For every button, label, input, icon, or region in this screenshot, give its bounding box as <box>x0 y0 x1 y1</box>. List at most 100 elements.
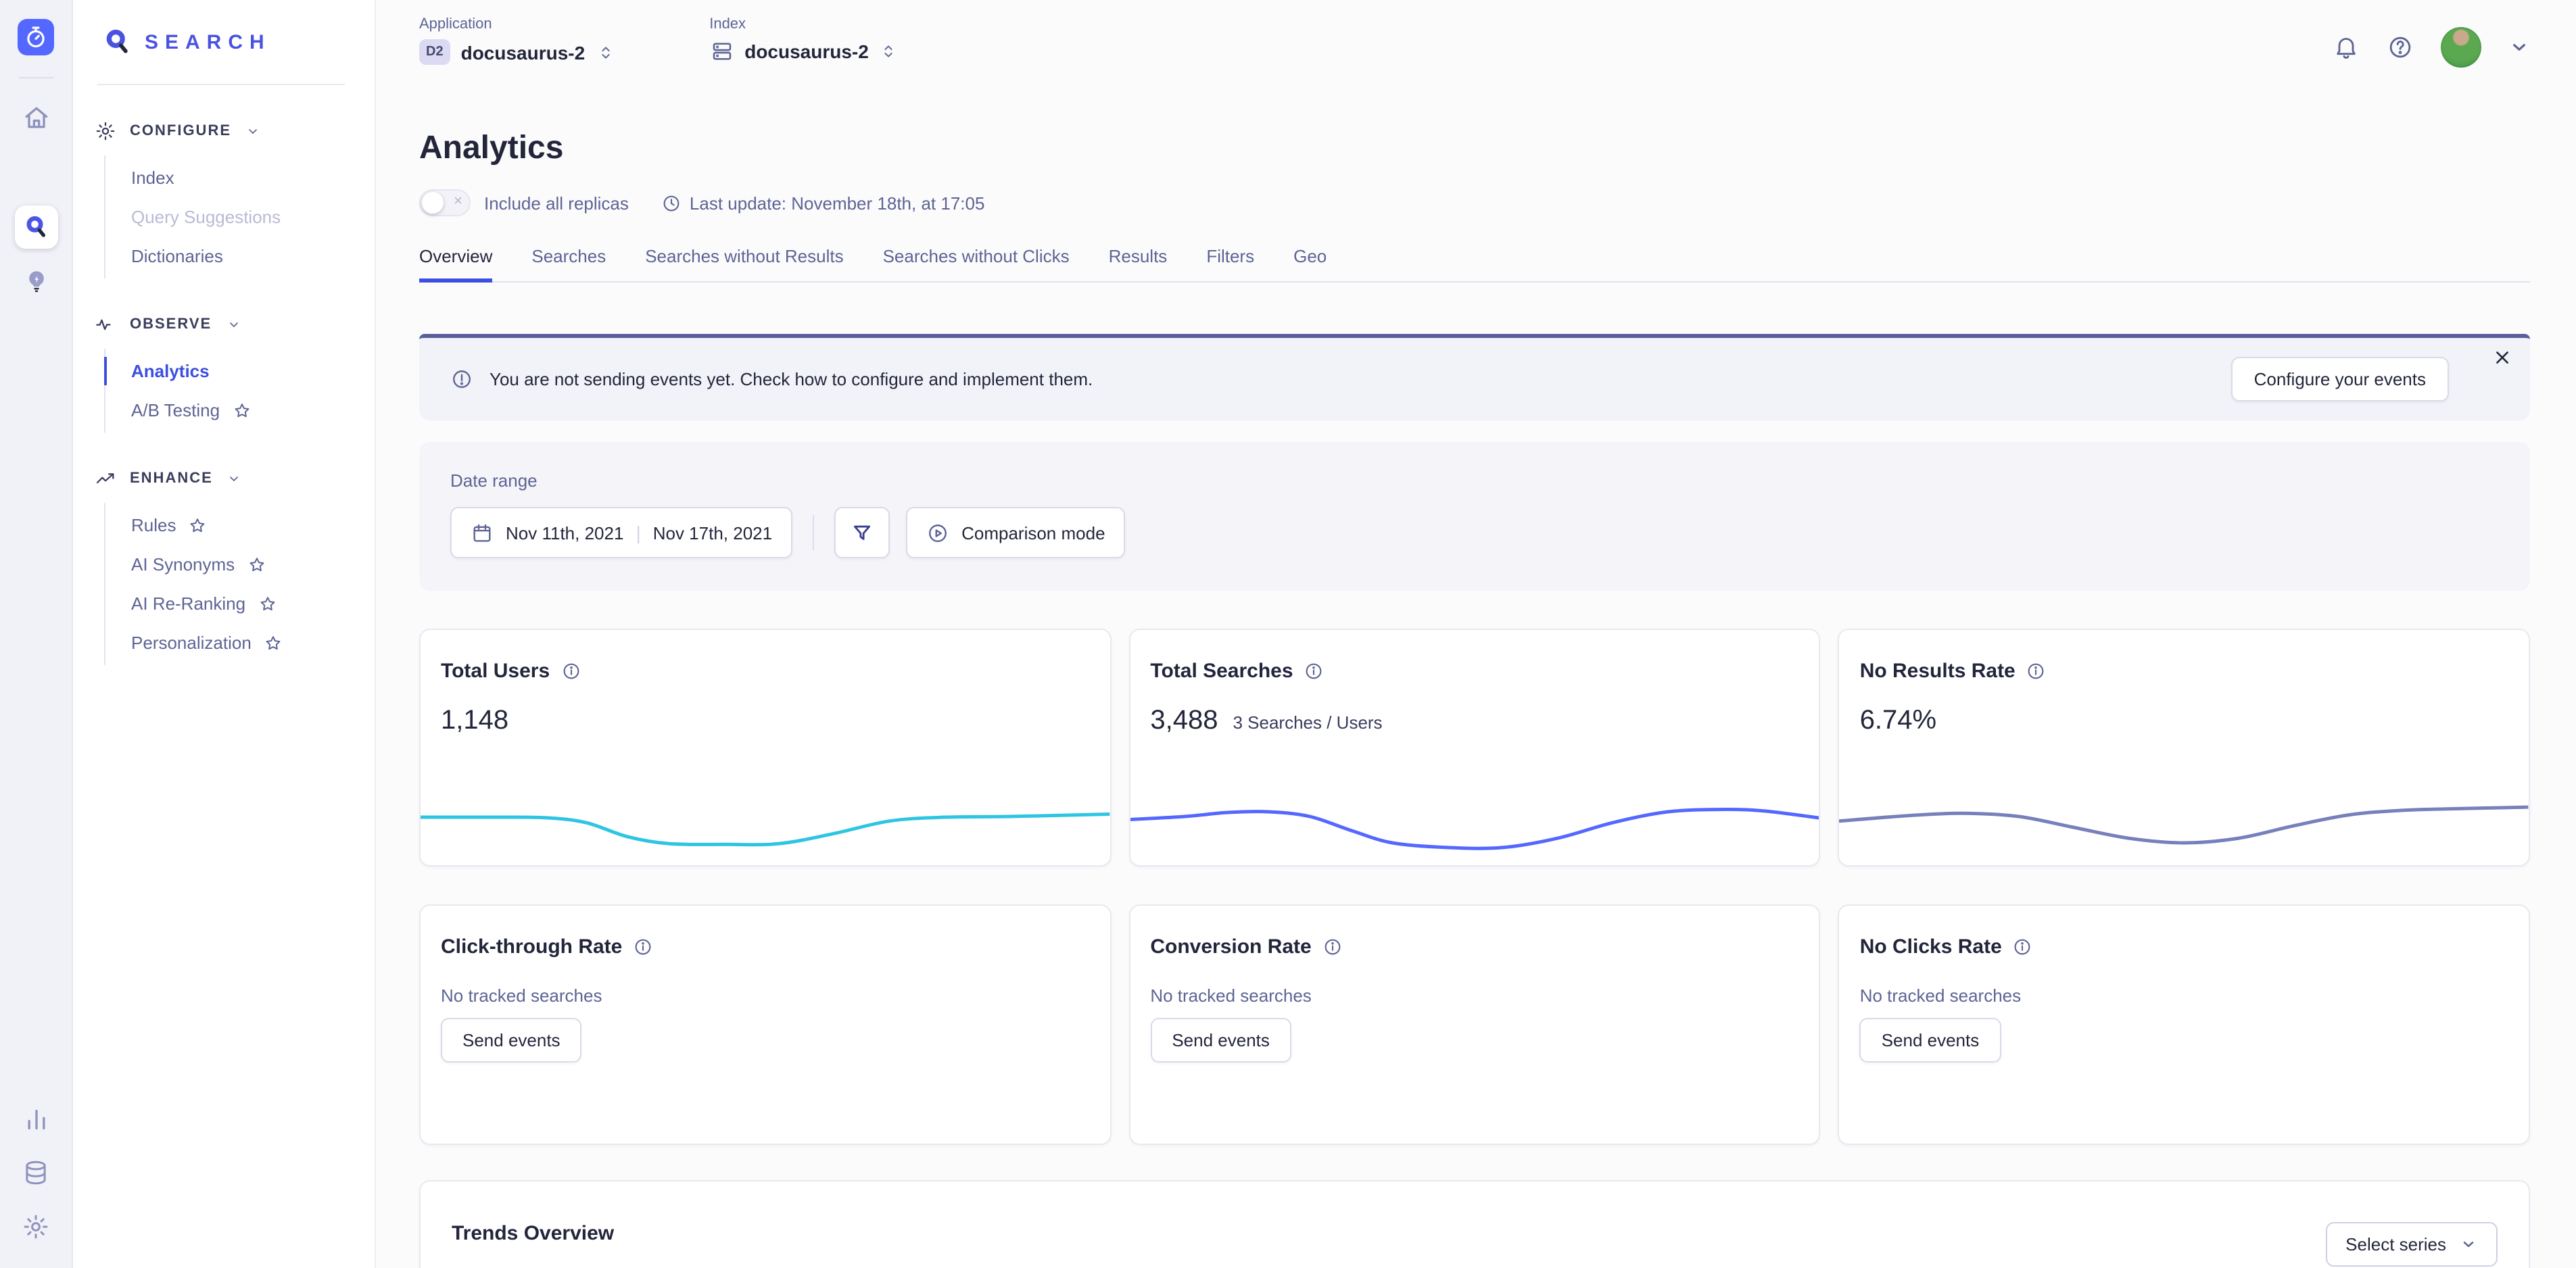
event-cards-row: Click-through Rate No tracked searches S… <box>419 904 2530 1145</box>
search-product-icon[interactable] <box>14 205 57 249</box>
sidebar: SEARCH CONFIGURE Index Query Suggestions… <box>73 0 376 1268</box>
info-icon[interactable] <box>2026 661 2047 681</box>
toolbar-divider <box>813 515 814 550</box>
database-icon[interactable] <box>22 1159 50 1187</box>
chevron-down-icon <box>226 470 243 487</box>
configure-events-button[interactable]: Configure your events <box>2231 357 2449 401</box>
tab-bar: Overview Searches Searches without Resul… <box>419 246 2530 283</box>
sidebar-item-ai-re-ranking[interactable]: AI Re-Ranking <box>105 584 348 623</box>
tab-results[interactable]: Results <box>1109 246 1168 281</box>
star-icon[interactable] <box>189 516 208 535</box>
index-selector[interactable]: docusaurus-2 <box>709 39 899 64</box>
page-meta-row: × Include all replicas Last update: Nove… <box>419 189 2530 216</box>
sidebar-item-ai-synonyms[interactable]: AI Synonyms <box>105 545 348 584</box>
logo-wordmark: SEARCH <box>145 30 271 53</box>
bell-icon[interactable] <box>2333 34 2360 61</box>
gear-icon[interactable] <box>22 1213 50 1241</box>
star-icon[interactable] <box>232 401 251 420</box>
star-icon[interactable] <box>264 633 283 652</box>
lightbulb-icon[interactable] <box>22 266 49 303</box>
application-label: Application <box>419 16 615 32</box>
include-replicas-toggle[interactable]: × <box>419 189 471 216</box>
trends-title: Trends Overview <box>452 1222 614 1245</box>
section-header-configure[interactable]: CONFIGURE <box>95 120 348 142</box>
section-header-observe[interactable]: OBSERVE <box>95 314 348 335</box>
funnel-icon <box>851 521 874 544</box>
tab-searches[interactable]: Searches <box>531 246 606 281</box>
searches-per-user: 3 Searches / Users <box>1233 712 1382 733</box>
chevron-down-icon <box>245 123 261 139</box>
send-events-button[interactable]: Send events <box>1150 1018 1291 1063</box>
total-users-card: Total Users 1,148 <box>419 629 1111 867</box>
date-range-button[interactable]: Nov 11th, 2021 | Nov 17th, 2021 <box>450 507 792 558</box>
no-tracked-searches-note: No tracked searches <box>1130 958 1819 1006</box>
brand-logo[interactable]: SEARCH <box>95 27 348 57</box>
help-icon[interactable] <box>2387 34 2414 61</box>
send-events-button[interactable]: Send events <box>1860 1018 2001 1063</box>
no-clicks-rate-card: No Clicks Rate No tracked searches Send … <box>1838 904 2530 1145</box>
sidebar-item-index[interactable]: Index <box>105 158 348 197</box>
pulse-icon <box>95 314 116 335</box>
sidebar-item-rules[interactable]: Rules <box>105 506 348 545</box>
tab-geo[interactable]: Geo <box>1293 246 1327 281</box>
info-icon[interactable] <box>1304 661 1325 681</box>
avatar[interactable] <box>2441 27 2481 68</box>
last-update: Last update: November 18th, at 17:05 <box>661 193 985 213</box>
click-through-rate-card: Click-through Rate No tracked searches S… <box>419 904 1111 1145</box>
trending-up-icon <box>95 468 116 489</box>
application-selector[interactable]: D2 docusaurus-2 <box>419 39 615 65</box>
no-results-rate-card: No Results Rate 6.74% <box>1838 629 2530 867</box>
rail-divider <box>18 77 53 78</box>
close-icon[interactable] <box>2494 349 2511 373</box>
sidebar-section-observe: OBSERVE Analytics A/B Testing <box>95 314 348 433</box>
metric-cards-row: Total Users 1,148 Total Searches 3,488 3 <box>419 629 2530 867</box>
send-events-button[interactable]: Send events <box>441 1018 582 1063</box>
section-label: OBSERVE <box>130 316 212 333</box>
date-range-label: Date range <box>450 470 2499 491</box>
tab-overview[interactable]: Overview <box>419 246 492 281</box>
no-tracked-searches-note: No tracked searches <box>1840 958 2529 1006</box>
info-icon[interactable] <box>633 937 653 957</box>
filter-button[interactable] <box>834 507 890 558</box>
star-icon[interactable] <box>258 594 277 613</box>
date-range-panel: Date range Nov 11th, 2021 | Nov 17th, 20… <box>419 442 2530 591</box>
info-icon[interactable] <box>560 661 581 681</box>
tab-filters[interactable]: Filters <box>1206 246 1254 281</box>
star-icon[interactable] <box>247 555 266 574</box>
sort-chevrons-icon <box>880 41 899 62</box>
application-badge: D2 <box>419 39 450 65</box>
play-circle-icon <box>926 521 949 544</box>
info-icon[interactable] <box>2013 937 2033 957</box>
info-icon <box>450 368 473 391</box>
tab-searches-without-clicks[interactable]: Searches without Clicks <box>883 246 1070 281</box>
calendar-icon <box>471 521 494 544</box>
info-icon[interactable] <box>1322 937 1343 957</box>
sidebar-item-personalization[interactable]: Personalization <box>105 623 348 662</box>
topbar: Application D2 docusaurus-2 Index docusa… <box>419 0 2530 95</box>
select-series-button[interactable]: Select series <box>2325 1222 2498 1267</box>
sidebar-item-analytics[interactable]: Analytics <box>105 351 348 391</box>
comparison-mode-button[interactable]: Comparison mode <box>906 507 1125 558</box>
page-title: Analytics <box>419 130 2530 168</box>
index-label: Index <box>709 16 899 32</box>
app-logo-icon[interactable] <box>18 19 54 55</box>
sidebar-item-query-suggestions[interactable]: Query Suggestions <box>105 197 348 237</box>
gear-icon <box>95 120 116 142</box>
stopwatch-icon <box>23 24 49 50</box>
home-icon[interactable] <box>21 103 51 132</box>
search-icon <box>22 214 49 241</box>
tab-searches-without-results[interactable]: Searches without Results <box>645 246 843 281</box>
replicas-toggle-label: Include all replicas <box>484 193 629 213</box>
bar-chart-icon[interactable] <box>22 1106 49 1133</box>
clock-icon <box>661 193 682 213</box>
sidebar-section-enhance: ENHANCE Rules AI Synonyms AI Re-Ranking … <box>95 468 348 665</box>
sidebar-item-dictionaries[interactable]: Dictionaries <box>105 237 348 276</box>
logo-search-icon <box>103 27 133 57</box>
account-chevron-down-icon[interactable] <box>2508 36 2530 58</box>
section-header-enhance[interactable]: ENHANCE <box>95 468 348 489</box>
analytics-dashboard: SEARCH CONFIGURE Index Query Suggestions… <box>0 0 2576 1268</box>
conversion-rate-card: Conversion Rate No tracked searches Send… <box>1128 904 1820 1145</box>
sidebar-divider <box>97 84 345 85</box>
sidebar-section-configure: CONFIGURE Index Query Suggestions Dictio… <box>95 120 348 278</box>
sidebar-item-ab-testing[interactable]: A/B Testing <box>105 391 348 430</box>
